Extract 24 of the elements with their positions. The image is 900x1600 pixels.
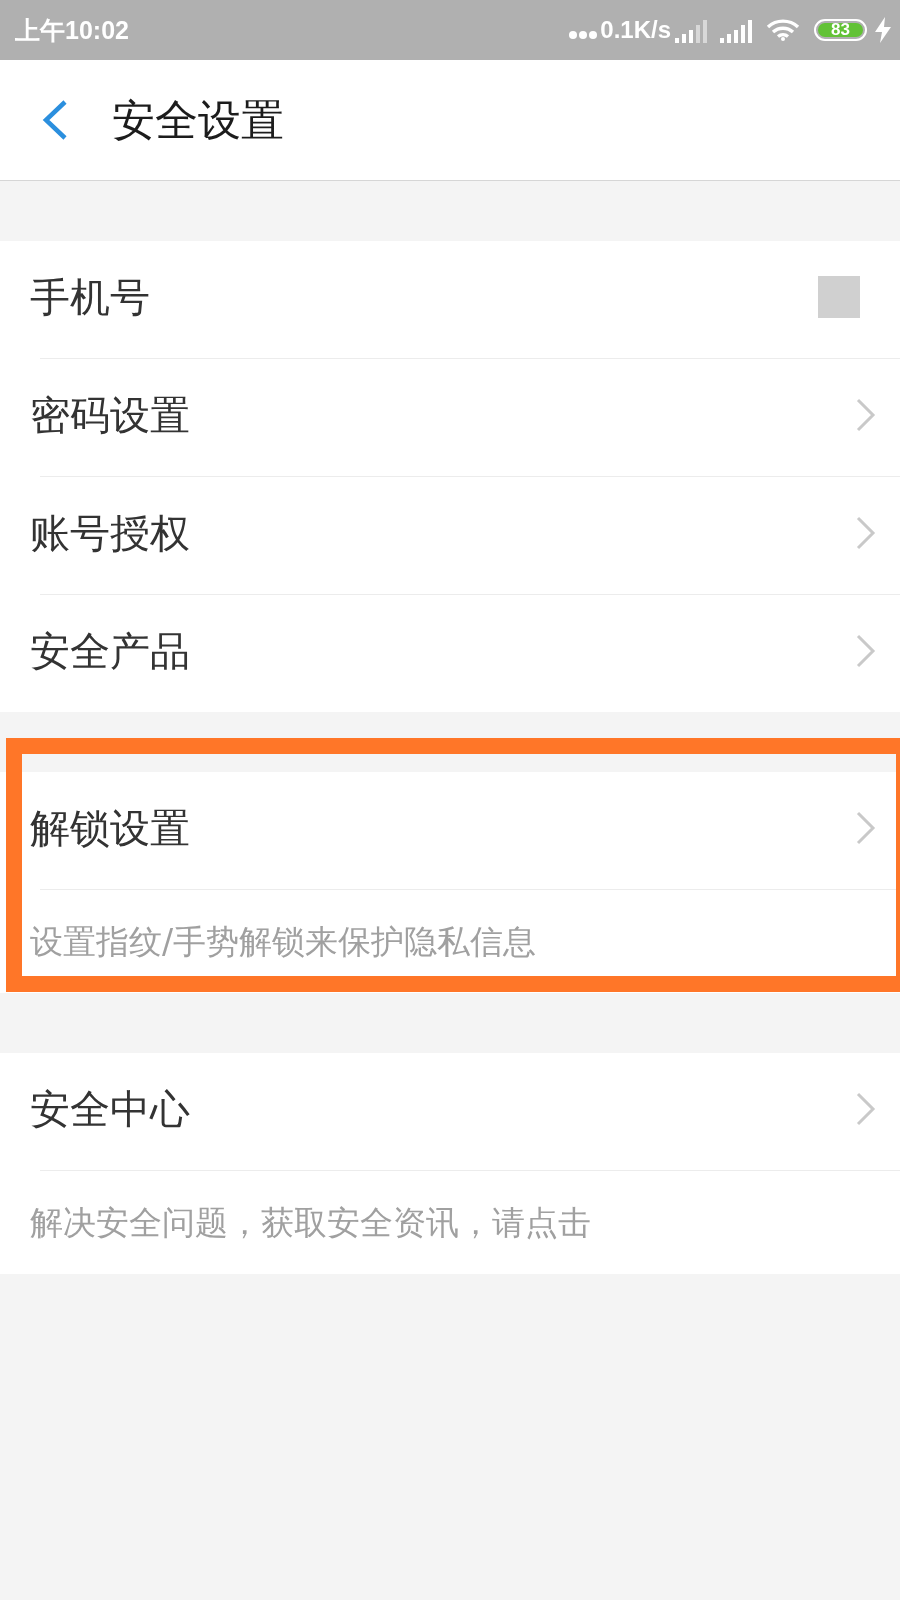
status-time: 上午10:02	[15, 17, 129, 43]
charging-bolt-icon	[875, 17, 891, 43]
signal-icon	[720, 19, 753, 43]
signal-icon	[675, 19, 708, 43]
chevron-right-icon	[856, 515, 876, 550]
chevron-right-icon	[856, 397, 876, 432]
dots-icon	[569, 31, 598, 39]
settings-row[interactable]: 解锁设置	[0, 772, 900, 889]
battery-level-text: 83	[818, 23, 863, 37]
wifi-icon	[766, 19, 800, 41]
settings-row[interactable]: 账号授权	[0, 477, 900, 594]
back-icon	[41, 100, 69, 140]
settings-row[interactable]: 安全中心	[0, 1053, 900, 1170]
chevron-right-icon	[856, 810, 876, 845]
network-speed: 0.1K/s	[600, 18, 671, 42]
square-icon	[818, 275, 860, 318]
settings-row[interactable]: 安全产品	[0, 595, 900, 712]
description-text: 设置指纹/手势解锁来保护隐私信息	[30, 925, 537, 958]
chevron-right-icon	[856, 633, 876, 668]
description-text: 解决安全问题，获取安全资讯，请点击	[30, 1206, 591, 1239]
chevron-right-icon	[856, 1091, 876, 1126]
page-title: 安全设置	[112, 98, 284, 142]
settings-row[interactable]: 密码设置	[0, 359, 900, 476]
settings-row[interactable]: 手机号	[0, 241, 900, 358]
